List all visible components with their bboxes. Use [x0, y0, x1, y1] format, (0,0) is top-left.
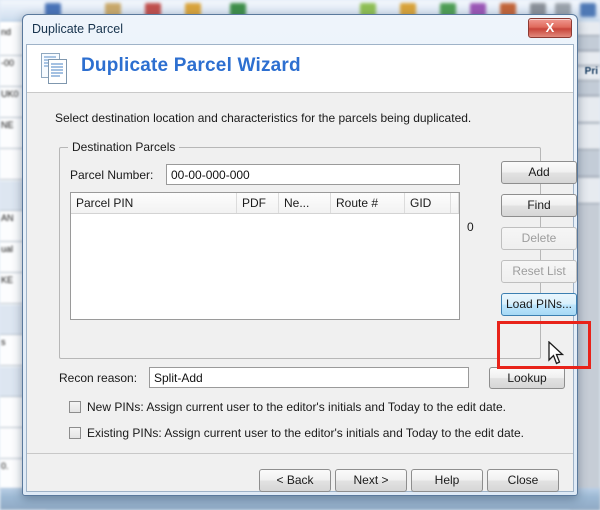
add-button[interactable]: Add [501, 161, 577, 184]
globe-icon[interactable] [580, 3, 596, 17]
parcel-pin-grid-header: Parcel PIN PDF Ne... Route # GID [71, 193, 459, 214]
find-button[interactable]: Find [501, 194, 577, 217]
new-pins-checkbox-box[interactable] [69, 401, 81, 413]
wizard-header: Duplicate Parcel Wizard [27, 45, 573, 93]
grid-column-header[interactable]: Ne... [279, 193, 331, 213]
reset-list-button: Reset List [501, 260, 577, 283]
grid-column-header[interactable] [451, 193, 459, 213]
parcel-pin-grid[interactable]: Parcel PIN PDF Ne... Route # GID [70, 192, 460, 320]
duplicate-parcel-dialog: Duplicate Parcel X Duplicate Parcel Wiza… [22, 14, 591, 496]
next-button[interactable]: Next > [335, 469, 407, 492]
delete-button: Delete [501, 227, 577, 250]
pin-count-label: 0 [467, 220, 474, 234]
grid-column-header[interactable]: Route # [331, 193, 405, 213]
recon-reason-label: Recon reason: [59, 371, 138, 385]
grid-column-header[interactable]: PDF [237, 193, 279, 213]
dialog-title-bar[interactable]: Duplicate Parcel X [26, 18, 574, 44]
existing-pins-checkbox-box[interactable] [69, 427, 81, 439]
load-pins-button[interactable]: Load PINs... [501, 293, 577, 316]
parcel-number-label: Parcel Number: [70, 168, 154, 182]
destination-parcels-group: Destination Parcels Parcel Number: Parce… [59, 140, 541, 359]
dialog-title: Duplicate Parcel [32, 22, 124, 36]
grid-column-header[interactable]: Parcel PIN [71, 193, 237, 213]
new-pins-checkbox[interactable]: New PINs: Assign current user to the edi… [69, 400, 506, 414]
close-footer-button[interactable]: Close [487, 469, 559, 492]
parcel-number-input[interactable] [166, 164, 460, 185]
back-button[interactable]: < Back [259, 469, 331, 492]
wizard-title: Duplicate Parcel Wizard [81, 55, 301, 76]
new-pins-checkbox-label: New PINs: Assign current user to the edi… [87, 400, 506, 414]
grid-column-header[interactable]: GID [405, 193, 451, 213]
existing-pins-checkbox[interactable]: Existing PINs: Assign current user to th… [69, 426, 524, 440]
mouse-pointer-arrow [548, 341, 565, 365]
dialog-client-area: Duplicate Parcel Wizard Select destinati… [26, 44, 591, 492]
background-right-label: Pri [584, 66, 598, 77]
lookup-button[interactable]: Lookup [489, 367, 565, 389]
existing-pins-checkbox-label: Existing PINs: Assign current user to th… [87, 426, 524, 440]
destination-parcels-legend: Destination Parcels [68, 140, 180, 154]
document-duplicate-icon [41, 53, 67, 84]
parcel-pin-grid-body[interactable] [71, 214, 459, 319]
recon-reason-input[interactable] [149, 367, 469, 388]
wizard-subtitle: Select destination location and characte… [55, 111, 472, 125]
close-icon[interactable]: X [528, 18, 572, 38]
dialog-footer: < Back Next > Help Close [27, 454, 573, 492]
help-button[interactable]: Help [411, 469, 483, 492]
